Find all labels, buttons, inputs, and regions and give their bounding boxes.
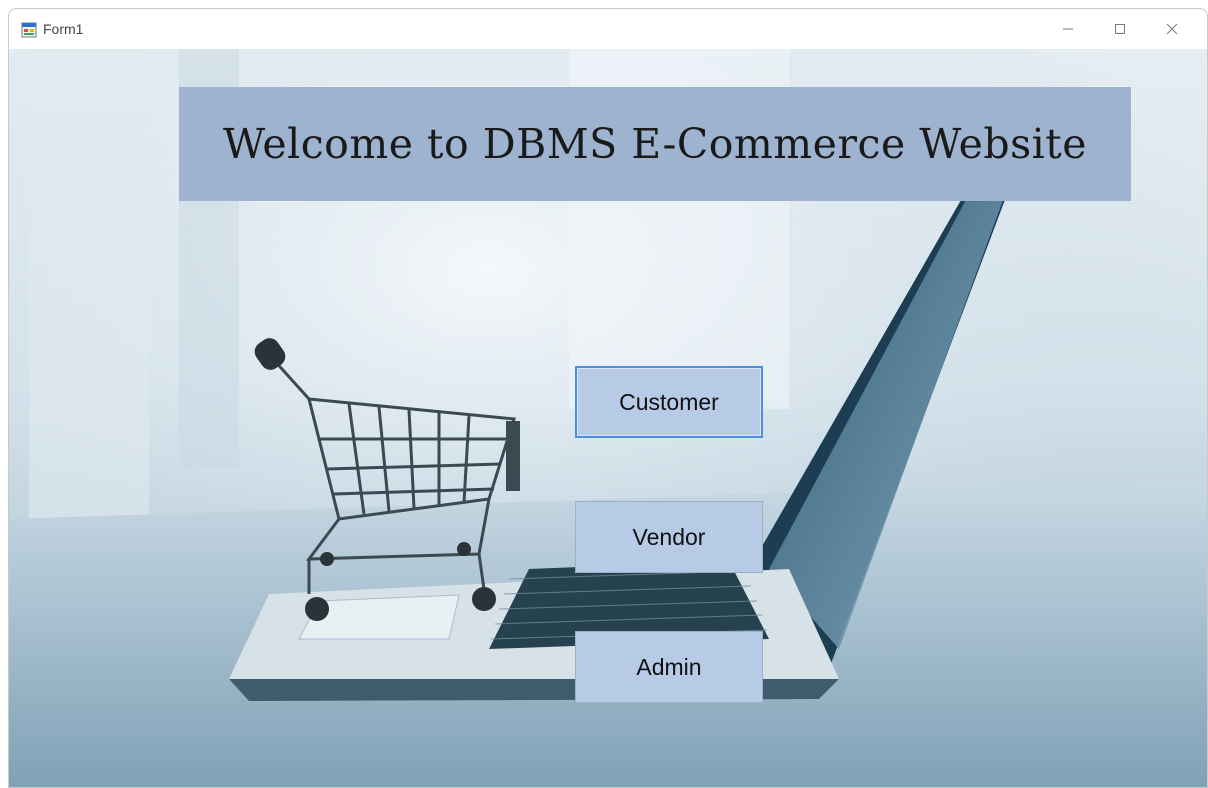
vendor-button[interactable]: Vendor (575, 501, 763, 573)
form-client-area: Welcome to DBMS E-Commerce Website Custo… (9, 49, 1207, 787)
close-icon[interactable] (1149, 9, 1195, 49)
title-bar[interactable]: Form1 (9, 9, 1207, 49)
welcome-title: Welcome to DBMS E-Commerce Website (223, 120, 1087, 168)
welcome-banner: Welcome to DBMS E-Commerce Website (179, 87, 1131, 201)
maximize-icon[interactable] (1097, 9, 1143, 49)
admin-button[interactable]: Admin (575, 631, 763, 703)
minimize-icon[interactable] (1045, 9, 1091, 49)
app-window: Form1 Welcome to DBMS E-Commerce Website… (8, 8, 1208, 788)
app-form-icon (21, 22, 37, 38)
window-title: Form1 (43, 21, 84, 37)
customer-button[interactable]: Customer (575, 366, 763, 438)
